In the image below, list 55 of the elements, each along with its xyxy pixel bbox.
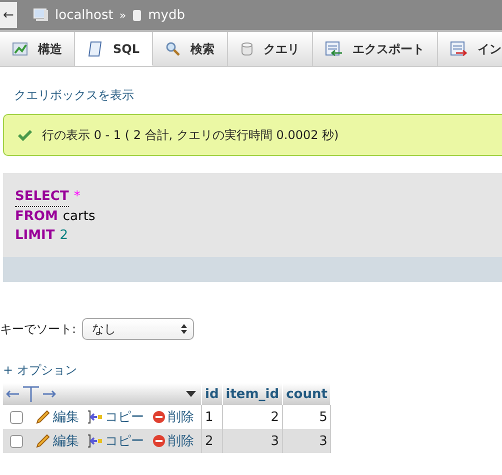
updown-icon bbox=[181, 324, 188, 334]
copy-icon bbox=[87, 410, 103, 424]
column-resize-icon[interactable] bbox=[6, 385, 56, 403]
tab[interactable]: 検索 bbox=[152, 32, 228, 66]
delete-link[interactable]: 削除 bbox=[152, 408, 194, 426]
check-icon bbox=[18, 129, 32, 141]
chart-icon bbox=[12, 41, 28, 57]
delete-link[interactable]: 削除 bbox=[152, 432, 194, 450]
copy-link[interactable]: コピー bbox=[87, 432, 144, 450]
table-cell: 1 bbox=[202, 405, 222, 429]
back-button[interactable]: ← bbox=[0, 2, 17, 28]
tab[interactable]: エクスポート bbox=[312, 32, 438, 66]
copy-icon bbox=[87, 434, 103, 448]
search-icon bbox=[164, 41, 180, 57]
breadcrumb-separator: » bbox=[119, 8, 126, 22]
table-cell: 5 bbox=[282, 405, 331, 429]
tab[interactable]: クエリ bbox=[228, 32, 312, 66]
server-icon bbox=[33, 8, 49, 22]
row-checkbox[interactable] bbox=[10, 410, 23, 424]
scroll-icon bbox=[87, 40, 103, 56]
database-link[interactable]: mydb bbox=[148, 8, 185, 22]
table-cell: 2 bbox=[222, 405, 283, 429]
server-link[interactable]: localhost bbox=[55, 8, 114, 22]
sql-token: carts bbox=[62, 208, 96, 226]
delete-icon bbox=[152, 410, 166, 424]
sql-token: SELECT bbox=[15, 187, 69, 207]
dropdown-arrow-icon[interactable] bbox=[186, 391, 196, 397]
tab[interactable]: イン bbox=[438, 32, 502, 66]
pencil-icon bbox=[35, 410, 51, 424]
message-text: 行の表示 0 - 1 ( 2 合計, クエリの実行時間 0.0002 秒) bbox=[42, 126, 339, 144]
sql-token: * bbox=[74, 188, 80, 206]
column-header[interactable]: id bbox=[202, 383, 222, 405]
database-icon bbox=[240, 41, 254, 57]
delete-icon bbox=[152, 434, 166, 448]
edit-link[interactable]: 編集 bbox=[35, 432, 79, 450]
sql-token: 2 bbox=[60, 227, 68, 245]
options-link[interactable]: + オプション bbox=[3, 362, 77, 379]
pencil-icon bbox=[35, 434, 51, 448]
table-cell: 2 bbox=[202, 429, 222, 453]
tab[interactable]: SQL bbox=[75, 32, 152, 66]
export-icon bbox=[324, 41, 342, 57]
database-icon bbox=[132, 8, 142, 22]
edit-link[interactable]: 編集 bbox=[35, 408, 79, 426]
sort-label: キーでソート: bbox=[0, 320, 76, 338]
show-query-box-link[interactable]: クエリボックスを表示 bbox=[14, 87, 134, 104]
table-cell: 3 bbox=[282, 429, 331, 453]
column-header[interactable]: item_id bbox=[222, 383, 283, 405]
sql-token: LIMIT bbox=[15, 227, 55, 245]
sql-token: FROM bbox=[15, 208, 58, 226]
copy-link[interactable]: コピー bbox=[87, 408, 144, 426]
import-icon bbox=[450, 41, 468, 57]
row-checkbox[interactable] bbox=[10, 434, 23, 448]
table-cell: 3 bbox=[222, 429, 283, 453]
column-header[interactable]: count bbox=[282, 383, 331, 405]
sort-dropdown[interactable]: なし bbox=[82, 318, 194, 340]
